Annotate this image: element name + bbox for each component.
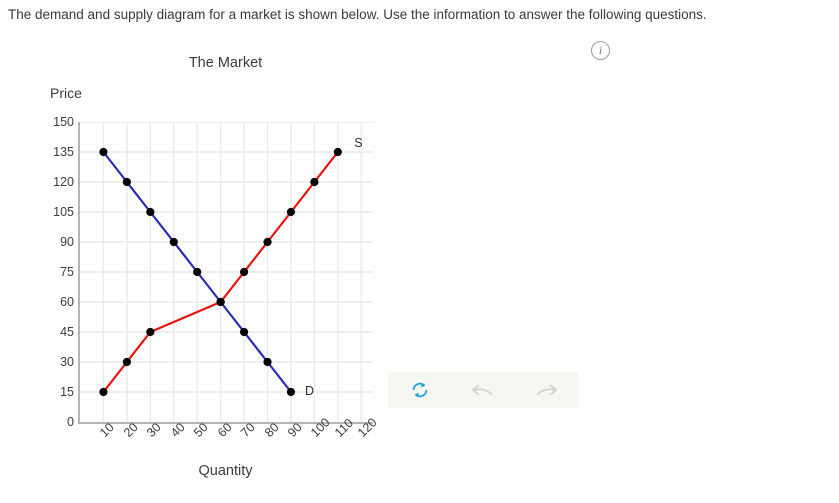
data-point (216, 297, 225, 307)
y-tick-label: 15 (60, 385, 74, 399)
redo-icon (536, 384, 557, 396)
data-point (239, 267, 249, 277)
redo-button[interactable] (514, 372, 577, 408)
undo-button[interactable] (451, 372, 514, 408)
data-point (193, 267, 202, 277)
y-tick-label: 135 (53, 145, 74, 159)
info-icon[interactable]: i (591, 41, 610, 60)
data-point (99, 147, 108, 157)
y-tick-label: 0 (67, 415, 74, 429)
data-point (286, 207, 296, 217)
data-point (310, 177, 319, 187)
y-tick-label: 45 (60, 325, 74, 339)
y-tick-label: 30 (60, 355, 74, 369)
y-tick-label: 60 (60, 295, 74, 309)
curve-label-S: S (354, 136, 363, 150)
data-point (239, 327, 249, 337)
x-tick-label: 70 (238, 420, 258, 440)
x-axis-label: Quantity (198, 463, 253, 479)
data-point (146, 207, 155, 217)
undo-icon (471, 384, 492, 396)
data-point (333, 147, 342, 157)
x-tick-label: 90 (284, 420, 305, 440)
x-tick-label: 40 (167, 420, 188, 440)
x-tick-label: 50 (191, 420, 211, 440)
data-point (122, 177, 131, 187)
y-axis-ticks: 0 15 30 45 60 75 90 105 120 135 150 (24, 116, 74, 429)
plot-area: DS (78, 122, 373, 424)
x-tick-label: 30 (144, 420, 165, 440)
answer-toolbar (388, 372, 578, 408)
y-tick-label: 105 (53, 205, 74, 219)
data-point (263, 237, 272, 247)
y-tick-label: 75 (60, 265, 74, 279)
data-point (99, 387, 108, 397)
x-tick-label: 20 (120, 420, 141, 440)
curve-label-D: D (305, 384, 315, 398)
y-tick-label: 150 (53, 115, 74, 129)
question-prompt: The demand and supply diagram for a mark… (8, 7, 707, 22)
market-chart: The Market Price 0 15 30 45 60 75 90 105 120 135 1… (0, 45, 420, 495)
data-point (263, 357, 272, 367)
data-point (122, 357, 131, 367)
x-tick-label: 80 (261, 420, 282, 440)
y-axis-label: Price (50, 85, 82, 101)
data-point (169, 237, 178, 247)
y-tick-label: 90 (60, 235, 74, 249)
x-tick-label: 60 (214, 420, 235, 440)
data-point (286, 387, 296, 397)
plot-svg (80, 122, 373, 422)
data-point (146, 327, 155, 337)
x-tick-label: 10 (97, 420, 118, 440)
chart-title: The Market (188, 55, 263, 71)
reset-button[interactable] (388, 372, 451, 408)
reset-icon (412, 382, 427, 398)
y-tick-label: 120 (53, 175, 74, 189)
